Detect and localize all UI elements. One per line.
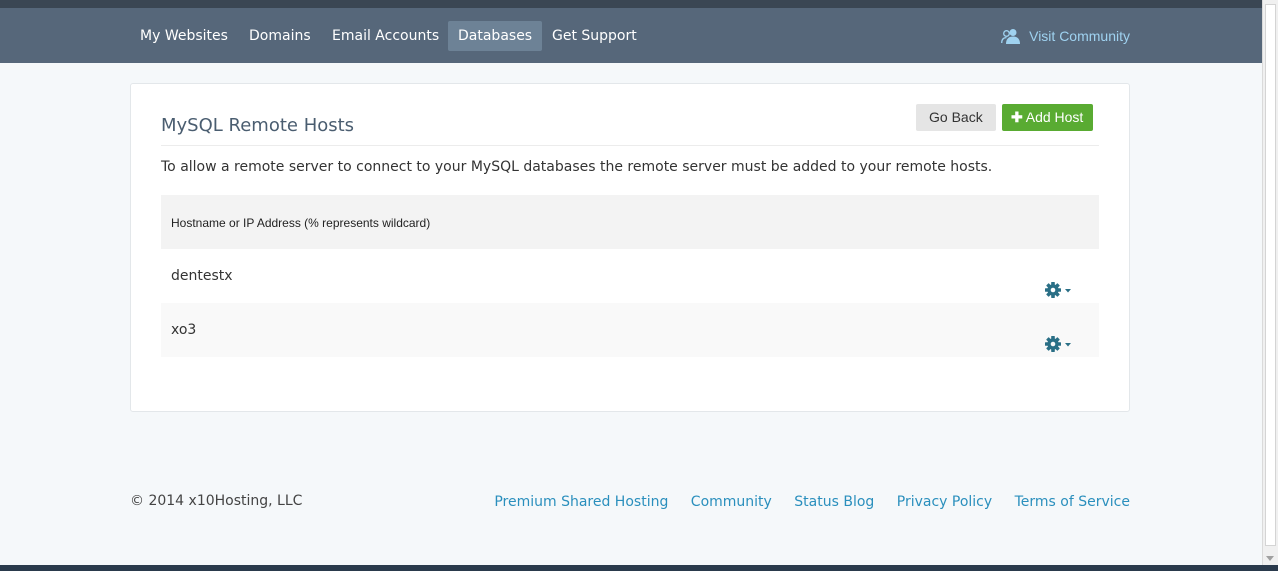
footer-link-terms-of-service[interactable]: Terms of Service	[1015, 494, 1130, 510]
top-nav: My Websites Domains Email Accounts Datab…	[0, 8, 1262, 63]
visit-community-link[interactable]: Visit Community	[1001, 28, 1130, 46]
top-strip	[0, 0, 1262, 8]
table-row: dentestx	[161, 249, 1099, 303]
footer-link-community[interactable]: Community	[691, 494, 772, 510]
visit-community-label: Visit Community	[1029, 28, 1130, 44]
footer-link-privacy-policy[interactable]: Privacy Policy	[897, 494, 992, 510]
table-header: Hostname or IP Address (% represents wil…	[161, 195, 1099, 249]
gear-icon[interactable]	[1044, 322, 1072, 352]
vertical-scrollbar[interactable]	[1262, 0, 1278, 565]
footer-link-status-blog[interactable]: Status Blog	[794, 494, 874, 510]
users-icon	[1001, 28, 1029, 44]
add-host-label: Add Host	[1025, 109, 1084, 125]
copyright-text: © 2014 x10Hosting, LLC	[130, 493, 303, 509]
remote-hosts-table: Hostname or IP Address (% represents wil…	[161, 195, 1099, 357]
table-row: xo3	[161, 303, 1099, 357]
add-host-button[interactable]: ✚ Add Host	[1002, 104, 1094, 131]
nav-item-my-websites[interactable]: My Websites	[130, 21, 238, 51]
host-cell: xo3	[171, 322, 197, 338]
remote-hosts-panel: MySQL Remote Hosts Go Back ✚ Add Host To …	[130, 83, 1130, 412]
scroll-down-arrow-icon[interactable]	[1266, 556, 1274, 561]
gear-icon[interactable]	[1044, 268, 1072, 298]
nav-item-email-accounts[interactable]: Email Accounts	[322, 21, 449, 51]
nav-item-databases[interactable]: Databases	[448, 21, 543, 51]
page-title: MySQL Remote Hosts	[161, 115, 355, 136]
footer-links: Premium Shared Hosting Community Status …	[476, 494, 1130, 510]
nav-item-domains[interactable]: Domains	[239, 21, 321, 51]
divider	[161, 145, 1099, 146]
nav-item-get-support[interactable]: Get Support	[542, 21, 647, 51]
taskbar	[0, 565, 1278, 571]
description-text: To allow a remote server to connect to y…	[161, 159, 993, 175]
scrollbar-thumb[interactable]	[1265, 4, 1276, 546]
go-back-button[interactable]: Go Back	[916, 104, 996, 131]
host-cell: dentestx	[171, 268, 233, 284]
plus-icon: ✚	[1011, 109, 1023, 125]
footer-link-premium-shared-hosting[interactable]: Premium Shared Hosting	[494, 494, 668, 510]
